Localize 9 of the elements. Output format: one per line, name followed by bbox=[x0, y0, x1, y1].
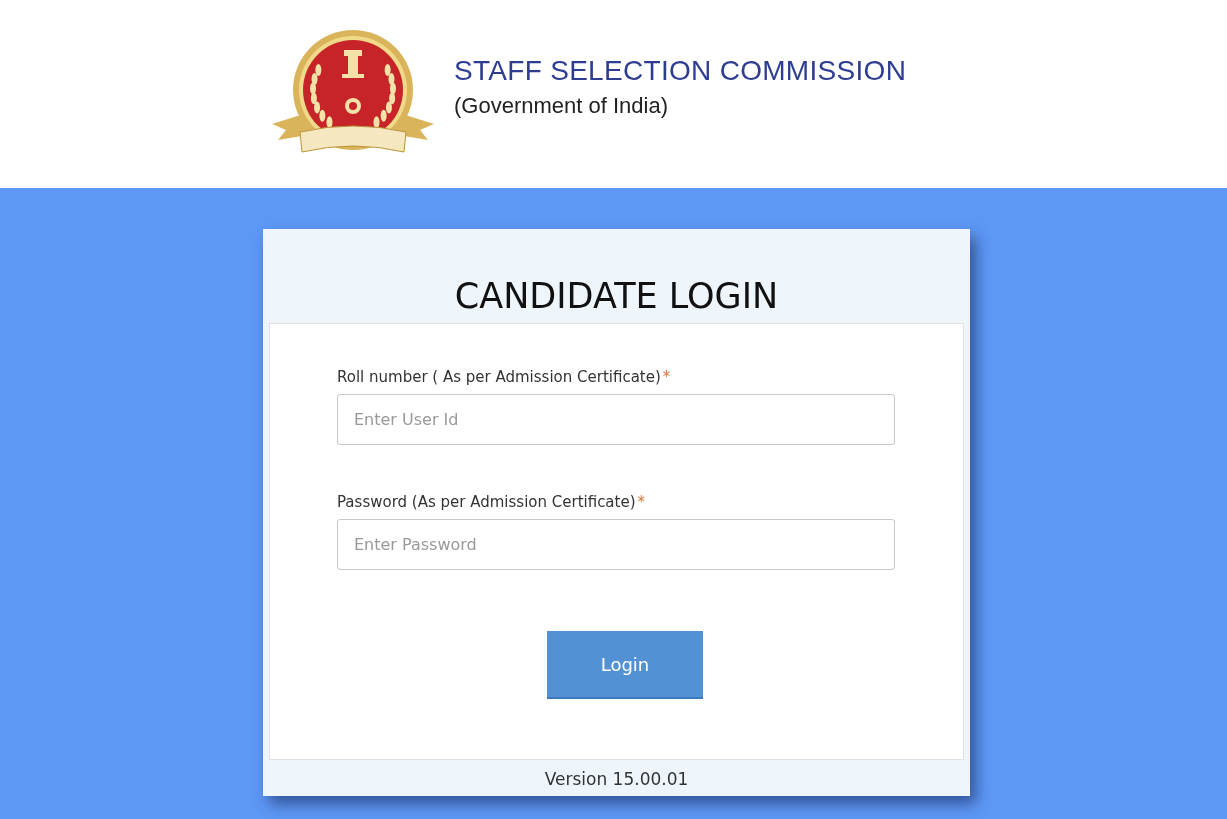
version-text: Version 15.00.01 bbox=[544, 769, 689, 789]
login-heading: CANDIDATE LOGIN bbox=[454, 275, 779, 317]
user-id-field[interactable]: Enter User Id bbox=[337, 394, 895, 445]
organization-title: STAFF SELECTION COMMISSION bbox=[454, 55, 907, 87]
field-label: Password (As per Admission Certificate)* bbox=[337, 493, 647, 511]
password-field[interactable]: Enter Password bbox=[337, 519, 895, 570]
organization-subtitle: (Government of India) bbox=[454, 93, 669, 119]
field-label: Roll number ( As per Admission Certificate)* bbox=[337, 368, 672, 386]
login-button[interactable]: Login bbox=[547, 631, 703, 699]
